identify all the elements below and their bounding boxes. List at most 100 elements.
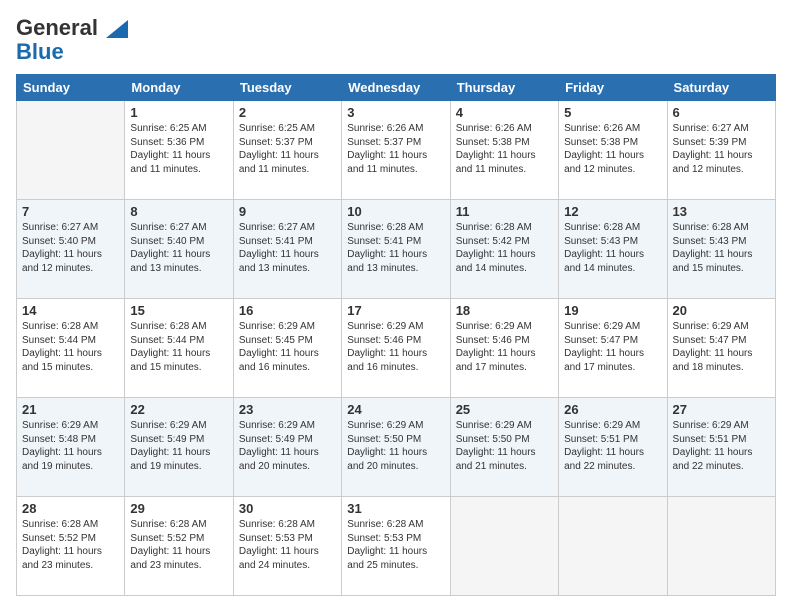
- day-number: 12: [564, 204, 661, 219]
- logo-icon: [106, 20, 128, 38]
- day-info: Sunrise: 6:29 AM Sunset: 5:51 PM Dayligh…: [564, 419, 661, 473]
- week-row-1: 1Sunrise: 6:25 AM Sunset: 5:36 PM Daylig…: [17, 101, 776, 200]
- weekday-header-monday: Monday: [125, 75, 233, 101]
- weekday-header-thursday: Thursday: [450, 75, 558, 101]
- weekday-header-row: SundayMondayTuesdayWednesdayThursdayFrid…: [17, 75, 776, 101]
- day-info: Sunrise: 6:28 AM Sunset: 5:44 PM Dayligh…: [22, 320, 119, 374]
- header: General Blue: [16, 16, 776, 64]
- calendar-cell: 12 Sunrise: 6:28 AM Sunset: 5:43 PM Dayli…: [559, 200, 667, 299]
- calendar-cell: 4Sunrise: 6:26 AM Sunset: 5:38 PM Daylig…: [450, 101, 558, 200]
- week-row-4: 21 Sunrise: 6:29 AM Sunset: 5:48 PM Dayli…: [17, 398, 776, 497]
- day-info: Sunrise: 6:28 AM Sunset: 5:52 PM Dayligh…: [130, 518, 227, 572]
- weekday-header-friday: Friday: [559, 75, 667, 101]
- day-number: 30: [239, 501, 336, 516]
- calendar-cell: 17 Sunrise: 6:29 AM Sunset: 5:46 PM Dayli…: [342, 299, 450, 398]
- logo: General Blue: [16, 16, 128, 64]
- calendar-cell: 29 Sunrise: 6:28 AM Sunset: 5:52 PM Dayli…: [125, 497, 233, 596]
- calendar-cell: 9 Sunrise: 6:27 AM Sunset: 5:41 PM Daylig…: [233, 200, 341, 299]
- day-number: 3: [347, 105, 444, 120]
- calendar-cell: 18Sunrise: 6:29 AM Sunset: 5:46 PM Dayli…: [450, 299, 558, 398]
- day-info: Sunrise: 6:27 AM Sunset: 5:41 PM Dayligh…: [239, 221, 336, 275]
- calendar-cell: 3 Sunrise: 6:26 AM Sunset: 5:37 PM Daylig…: [342, 101, 450, 200]
- calendar-cell: 5 Sunrise: 6:26 AM Sunset: 5:38 PM Daylig…: [559, 101, 667, 200]
- day-number: 26: [564, 402, 661, 417]
- calendar-cell: 2 Sunrise: 6:25 AM Sunset: 5:37 PM Daylig…: [233, 101, 341, 200]
- calendar-cell: 13 Sunrise: 6:28 AM Sunset: 5:43 PM Dayli…: [667, 200, 775, 299]
- day-number: 8: [130, 204, 227, 219]
- day-number: 6: [673, 105, 770, 120]
- calendar-cell: 8 Sunrise: 6:27 AM Sunset: 5:40 PM Daylig…: [125, 200, 233, 299]
- day-info: Sunrise: 6:28 AM Sunset: 5:52 PM Dayligh…: [22, 518, 119, 572]
- day-info: Sunrise: 6:29 AM Sunset: 5:46 PM Dayligh…: [347, 320, 444, 374]
- day-number: 25: [456, 402, 553, 417]
- calendar-cell: 7 Sunrise: 6:27 AM Sunset: 5:40 PM Daylig…: [17, 200, 125, 299]
- day-info: Sunrise: 6:27 AM Sunset: 5:40 PM Dayligh…: [130, 221, 227, 275]
- calendar-cell: [450, 497, 558, 596]
- day-info: Sunrise: 6:26 AM Sunset: 5:37 PM Dayligh…: [347, 122, 444, 176]
- day-number: 7: [22, 204, 119, 219]
- week-row-2: 7 Sunrise: 6:27 AM Sunset: 5:40 PM Daylig…: [17, 200, 776, 299]
- calendar-cell: 30 Sunrise: 6:28 AM Sunset: 5:53 PM Dayli…: [233, 497, 341, 596]
- week-row-3: 14 Sunrise: 6:28 AM Sunset: 5:44 PM Dayli…: [17, 299, 776, 398]
- day-number: 11: [456, 204, 553, 219]
- day-number: 21: [22, 402, 119, 417]
- calendar-cell: 25 Sunrise: 6:29 AM Sunset: 5:50 PM Dayli…: [450, 398, 558, 497]
- calendar-cell: 10Sunrise: 6:28 AM Sunset: 5:41 PM Dayli…: [342, 200, 450, 299]
- day-info: Sunrise: 6:25 AM Sunset: 5:37 PM Dayligh…: [239, 122, 336, 176]
- logo-blue: Blue: [16, 40, 128, 64]
- calendar-table: SundayMondayTuesdayWednesdayThursdayFrid…: [16, 74, 776, 596]
- day-info: Sunrise: 6:28 AM Sunset: 5:43 PM Dayligh…: [564, 221, 661, 275]
- calendar-cell: 15 Sunrise: 6:28 AM Sunset: 5:44 PM Dayli…: [125, 299, 233, 398]
- day-number: 2: [239, 105, 336, 120]
- day-info: Sunrise: 6:28 AM Sunset: 5:44 PM Dayligh…: [130, 320, 227, 374]
- day-info: Sunrise: 6:28 AM Sunset: 5:53 PM Dayligh…: [347, 518, 444, 572]
- calendar-cell: 26 Sunrise: 6:29 AM Sunset: 5:51 PM Dayli…: [559, 398, 667, 497]
- day-number: 13: [673, 204, 770, 219]
- calendar-cell: 1Sunrise: 6:25 AM Sunset: 5:36 PM Daylig…: [125, 101, 233, 200]
- day-info: Sunrise: 6:27 AM Sunset: 5:39 PM Dayligh…: [673, 122, 770, 176]
- day-info: Sunrise: 6:28 AM Sunset: 5:43 PM Dayligh…: [673, 221, 770, 275]
- day-number: 29: [130, 501, 227, 516]
- day-info: Sunrise: 6:29 AM Sunset: 5:49 PM Dayligh…: [239, 419, 336, 473]
- weekday-header-saturday: Saturday: [667, 75, 775, 101]
- day-info: Sunrise: 6:26 AM Sunset: 5:38 PM Dayligh…: [564, 122, 661, 176]
- calendar-cell: 11Sunrise: 6:28 AM Sunset: 5:42 PM Dayli…: [450, 200, 558, 299]
- day-info: Sunrise: 6:29 AM Sunset: 5:47 PM Dayligh…: [564, 320, 661, 374]
- day-info: Sunrise: 6:29 AM Sunset: 5:47 PM Dayligh…: [673, 320, 770, 374]
- day-number: 10: [347, 204, 444, 219]
- day-number: 15: [130, 303, 227, 318]
- weekday-header-wednesday: Wednesday: [342, 75, 450, 101]
- calendar-cell: [17, 101, 125, 200]
- day-number: 22: [130, 402, 227, 417]
- day-info: Sunrise: 6:29 AM Sunset: 5:51 PM Dayligh…: [673, 419, 770, 473]
- week-row-5: 28 Sunrise: 6:28 AM Sunset: 5:52 PM Dayli…: [17, 497, 776, 596]
- day-info: Sunrise: 6:29 AM Sunset: 5:48 PM Dayligh…: [22, 419, 119, 473]
- day-info: Sunrise: 6:29 AM Sunset: 5:45 PM Dayligh…: [239, 320, 336, 374]
- day-number: 9: [239, 204, 336, 219]
- calendar-cell: 24Sunrise: 6:29 AM Sunset: 5:50 PM Dayli…: [342, 398, 450, 497]
- calendar-cell: 6 Sunrise: 6:27 AM Sunset: 5:39 PM Daylig…: [667, 101, 775, 200]
- calendar-cell: 23Sunrise: 6:29 AM Sunset: 5:49 PM Dayli…: [233, 398, 341, 497]
- day-info: Sunrise: 6:29 AM Sunset: 5:50 PM Dayligh…: [347, 419, 444, 473]
- day-info: Sunrise: 6:25 AM Sunset: 5:36 PM Dayligh…: [130, 122, 227, 176]
- logo-general: General: [16, 15, 98, 40]
- day-number: 14: [22, 303, 119, 318]
- day-number: 5: [564, 105, 661, 120]
- day-number: 4: [456, 105, 553, 120]
- day-number: 20: [673, 303, 770, 318]
- day-number: 28: [22, 501, 119, 516]
- day-info: Sunrise: 6:28 AM Sunset: 5:53 PM Dayligh…: [239, 518, 336, 572]
- day-number: 19: [564, 303, 661, 318]
- day-number: 27: [673, 402, 770, 417]
- calendar-cell: 20 Sunrise: 6:29 AM Sunset: 5:47 PM Dayli…: [667, 299, 775, 398]
- calendar-cell: 14 Sunrise: 6:28 AM Sunset: 5:44 PM Dayli…: [17, 299, 125, 398]
- calendar-cell: 27 Sunrise: 6:29 AM Sunset: 5:51 PM Dayli…: [667, 398, 775, 497]
- day-info: Sunrise: 6:27 AM Sunset: 5:40 PM Dayligh…: [22, 221, 119, 275]
- day-number: 16: [239, 303, 336, 318]
- calendar-cell: 19 Sunrise: 6:29 AM Sunset: 5:47 PM Dayli…: [559, 299, 667, 398]
- day-number: 17: [347, 303, 444, 318]
- calendar-cell: 28 Sunrise: 6:28 AM Sunset: 5:52 PM Dayli…: [17, 497, 125, 596]
- calendar-cell: 22Sunrise: 6:29 AM Sunset: 5:49 PM Dayli…: [125, 398, 233, 497]
- day-info: Sunrise: 6:29 AM Sunset: 5:50 PM Dayligh…: [456, 419, 553, 473]
- weekday-header-sunday: Sunday: [17, 75, 125, 101]
